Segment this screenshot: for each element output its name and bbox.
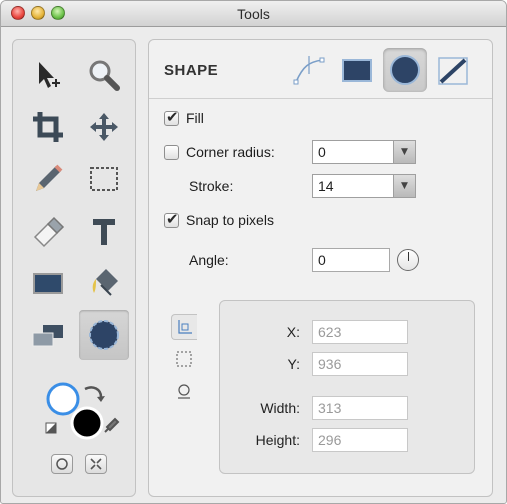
angle-option: Angle: [189, 252, 229, 268]
anchor-bounds-button[interactable] [171, 346, 197, 372]
zoom-tool[interactable] [79, 50, 129, 100]
anchor-center-button[interactable] [171, 378, 197, 404]
color-swatches [41, 375, 121, 445]
stroke-combo[interactable]: 14 ▼ [312, 174, 416, 198]
angle-input[interactable]: 0 [312, 248, 390, 272]
height-label: Height: [255, 432, 300, 448]
stroke-fill-swatch [45, 382, 120, 440]
ellipse-icon [89, 320, 119, 350]
snap-checkbox[interactable] [164, 210, 179, 228]
fill-option[interactable]: Fill [164, 108, 204, 126]
shape-type-diagonal[interactable] [431, 48, 475, 92]
marquee-icon [90, 167, 118, 191]
fill-label: Fill [186, 110, 204, 126]
layers-icon [32, 325, 63, 347]
marquee-tool[interactable] [79, 154, 129, 204]
center-anchor-icon [178, 384, 190, 399]
fill-tool[interactable] [79, 258, 129, 308]
eraser-icon [33, 216, 65, 248]
shape-type-ellipse[interactable] [383, 48, 427, 92]
stroke-option: Stroke: [189, 178, 233, 194]
expand-icon [90, 458, 102, 470]
magnifier-icon [89, 60, 120, 91]
chevron-down-icon[interactable]: ▼ [393, 175, 415, 197]
pencil-icon [36, 164, 63, 191]
geometry-box: X: 623 Y: 936 Width: 313 Height: 296 [219, 300, 475, 474]
rectangle-shape-icon [342, 59, 372, 82]
y-input[interactable]: 936 [312, 352, 408, 376]
rectangle-tool[interactable] [23, 258, 73, 308]
width-label: Width: [260, 400, 300, 416]
line-shape-icon [293, 56, 325, 85]
tool-palette [12, 39, 136, 497]
stroke-value: 14 [318, 178, 334, 194]
snap-label: Snap to pixels [186, 212, 274, 228]
x-input[interactable]: 623 [312, 320, 408, 344]
y-label: Y: [287, 356, 300, 372]
anchor-topleft-button[interactable] [171, 314, 197, 340]
move-tool[interactable] [79, 102, 129, 152]
paint-bucket-icon [92, 269, 118, 296]
swap-colors-button[interactable] [51, 454, 73, 474]
eraser-tool[interactable] [23, 206, 73, 256]
corner-radius-label: Corner radius: [186, 144, 275, 160]
pencil-tool[interactable] [23, 154, 73, 204]
shape-type-line[interactable] [287, 48, 331, 92]
stroke-label: Stroke: [189, 178, 234, 194]
crop-icon [33, 112, 63, 142]
ellipse-shape-icon [390, 55, 420, 85]
shape-tool[interactable] [79, 310, 129, 360]
fit-screen-button[interactable] [85, 454, 107, 474]
bounds-icon [176, 351, 192, 367]
layers-tool[interactable] [23, 310, 73, 360]
width-input[interactable]: 313 [312, 396, 408, 420]
angle-dial[interactable] [397, 249, 419, 271]
circle-icon [56, 458, 68, 470]
crop-tool[interactable] [23, 102, 73, 152]
select-tool[interactable] [23, 50, 73, 100]
corner-radius-option[interactable]: Corner radius: [164, 144, 275, 160]
move-arrows-icon [90, 113, 118, 141]
shape-options-panel: SHAPE ✔ Fill Corner radius: 0 ▼ Stroke: … [148, 39, 493, 497]
fill-checkbox[interactable] [164, 108, 179, 126]
panel-title: SHAPE [164, 62, 219, 79]
rectangle-icon [33, 273, 63, 294]
height-input[interactable]: 296 [312, 428, 408, 452]
top-left-anchor-icon [177, 320, 192, 334]
text-icon [93, 219, 115, 245]
tools-window: Tools SHAPE ✔ Fill Corner radius: 0 ▼ St… [0, 0, 507, 504]
corner-radius-value: 0 [318, 144, 326, 160]
diagonal-line-icon [438, 57, 468, 85]
corner-radius-checkbox[interactable] [164, 144, 179, 160]
window-title: Tools [237, 6, 270, 22]
chevron-down-icon[interactable]: ▼ [393, 141, 415, 163]
x-label: X: [286, 324, 300, 340]
corner-radius-combo[interactable]: 0 ▼ [312, 140, 416, 164]
title-bar: Tools [1, 1, 506, 27]
shape-type-rectangle[interactable] [335, 48, 379, 92]
arrow-cursor-icon [39, 62, 60, 88]
angle-label: Angle: [189, 252, 229, 268]
panel-divider [149, 98, 492, 99]
text-tool[interactable] [79, 206, 129, 256]
snap-option[interactable]: Snap to pixels [164, 210, 274, 228]
